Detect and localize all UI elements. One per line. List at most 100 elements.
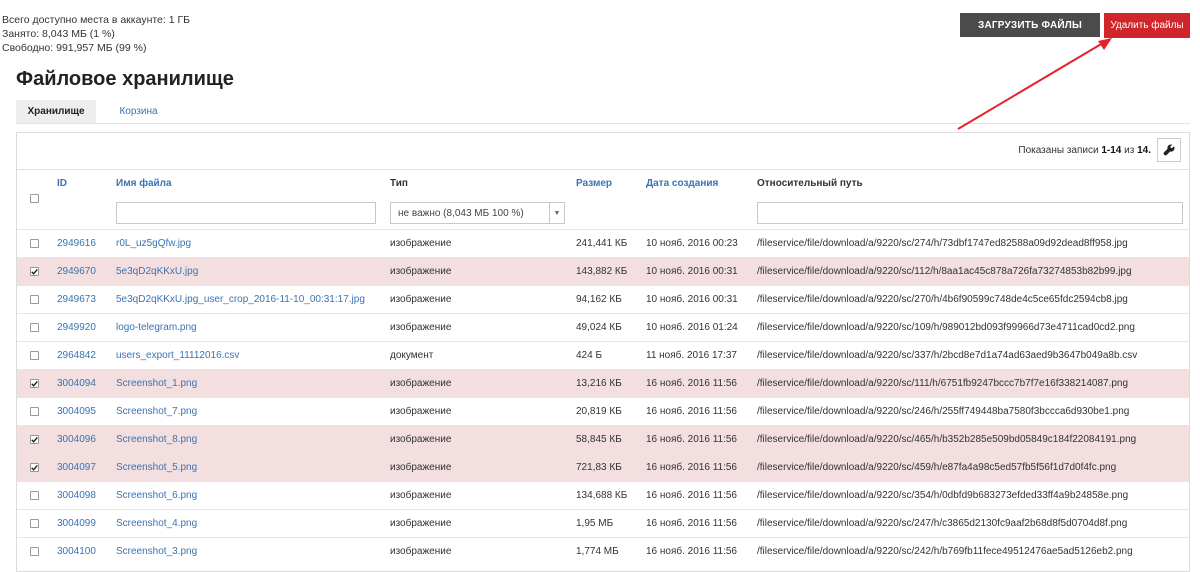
file-id[interactable]: 2949670	[57, 266, 96, 277]
file-id[interactable]: 3004096	[57, 434, 96, 445]
file-relative-path: /fileservice/file/download/a/9220/sc/242…	[757, 546, 1133, 557]
wrench-icon	[1163, 144, 1175, 156]
type-filter-value: не важно (8,043 МБ 100 %)	[398, 207, 524, 219]
file-relative-path: /fileservice/file/download/a/9220/sc/270…	[757, 294, 1128, 305]
column-header-id[interactable]: ID	[57, 178, 67, 189]
table-row[interactable]: 3004094 Screenshot_1.png изображение 13,216…	[17, 369, 1189, 397]
file-name-link[interactable]: 5e3qD2qKKxU.jpg_user_crop_2016-11-10_00:…	[116, 294, 365, 305]
table-row[interactable]: 3004097 Screenshot_5.png изображение 721,83…	[17, 453, 1189, 481]
quota-used: Занято: 8,043 МБ (1 %)	[2, 28, 115, 40]
file-name-link[interactable]: Screenshot_4.png	[116, 518, 197, 529]
checkmark-icon	[31, 464, 38, 471]
storage-tabs: Хранилище Корзина	[16, 100, 1190, 124]
file-relative-path: /fileservice/file/download/a/9220/sc/459…	[757, 462, 1117, 473]
filename-filter-input[interactable]	[116, 202, 376, 224]
file-name-link[interactable]: Screenshot_6.png	[116, 490, 197, 501]
row-checkbox[interactable]	[30, 435, 39, 444]
table-row[interactable]: 3004100 Screenshot_3.png изображение 1,774 …	[17, 537, 1189, 565]
file-relative-path: /fileservice/file/download/a/9220/sc/247…	[757, 518, 1128, 529]
file-created-date: 16 нояб. 2016 11:56	[646, 434, 737, 445]
records-mid: из	[1121, 145, 1138, 156]
page-title: Файловое хранилище	[16, 68, 234, 90]
records-total: 14	[1137, 145, 1149, 156]
file-size: 94,162 КБ	[576, 294, 622, 305]
row-checkbox[interactable]	[30, 351, 39, 360]
file-name-link[interactable]: Screenshot_5.png	[116, 462, 197, 473]
file-relative-path: /fileservice/file/download/a/9220/sc/246…	[757, 406, 1130, 417]
upload-files-button[interactable]: ЗАГРУЗИТЬ ФАЙЛЫ	[960, 13, 1100, 37]
file-created-date: 16 нояб. 2016 11:56	[646, 462, 737, 473]
column-header-size[interactable]: Размер	[576, 178, 612, 189]
records-suffix: .	[1148, 145, 1151, 156]
file-name-link[interactable]: 5e3qD2qKKxU.jpg	[116, 266, 198, 277]
file-name-link[interactable]: users_export_11112016.csv	[116, 350, 239, 361]
file-id[interactable]: 2949920	[57, 322, 96, 333]
quota-total: Всего доступно места в аккаунте: 1 ГБ	[2, 14, 191, 26]
files-table-body: 2949616 r0L_uz5gQfw.jpg изображение 241,441…	[17, 229, 1189, 565]
file-name-link[interactable]: Screenshot_7.png	[116, 406, 197, 417]
table-row[interactable]: 2964842 users_export_11112016.csv документ…	[17, 341, 1189, 369]
file-created-date: 10 нояб. 2016 00:31	[646, 294, 738, 305]
file-created-date: 10 нояб. 2016 00:31	[646, 266, 738, 277]
checkmark-icon	[31, 436, 38, 443]
file-id[interactable]: 3004100	[57, 546, 96, 557]
row-checkbox[interactable]	[30, 379, 39, 388]
column-header-type: Тип	[390, 178, 408, 189]
row-checkbox[interactable]	[30, 519, 39, 528]
file-id[interactable]: 2949673	[57, 294, 96, 305]
file-type: изображение	[390, 462, 452, 473]
file-id[interactable]: 3004095	[57, 406, 96, 417]
path-filter-input[interactable]	[757, 202, 1183, 224]
delete-files-button[interactable]: Удалить файлы	[1104, 13, 1190, 38]
table-header: ID Имя файла Тип Размер Дата создания От…	[17, 170, 1189, 203]
row-checkbox[interactable]	[30, 547, 39, 556]
table-row[interactable]: 3004096 Screenshot_8.png изображение 58,845…	[17, 425, 1189, 453]
table-row[interactable]: 2949673 5e3qD2qKKxU.jpg_user_crop_2016-11…	[17, 285, 1189, 313]
file-type: изображение	[390, 434, 452, 445]
table-row[interactable]: 3004095 Screenshot_7.png изображение 20,819…	[17, 397, 1189, 425]
type-filter-select[interactable]: не важно (8,043 МБ 100 %) ▼	[390, 202, 565, 224]
file-id[interactable]: 2964842	[57, 350, 96, 361]
file-id[interactable]: 3004097	[57, 462, 96, 473]
row-checkbox[interactable]	[30, 239, 39, 248]
row-checkbox[interactable]	[30, 295, 39, 304]
column-header-date[interactable]: Дата создания	[646, 178, 718, 189]
file-type: изображение	[390, 546, 452, 557]
file-id[interactable]: 3004098	[57, 490, 96, 501]
file-name-link[interactable]: logo-telegram.png	[116, 322, 197, 333]
file-name-link[interactable]: Screenshot_1.png	[116, 378, 197, 389]
file-type: изображение	[390, 378, 452, 389]
file-created-date: 16 нояб. 2016 11:56	[646, 378, 737, 389]
quota-free: Свободно: 991,957 МБ (99 %)	[2, 42, 147, 54]
records-prefix: Показаны записи	[1018, 145, 1102, 156]
file-relative-path: /fileservice/file/download/a/9220/sc/109…	[757, 322, 1135, 333]
table-row[interactable]: 2949670 5e3qD2qKKxU.jpg изображение 143,882…	[17, 257, 1189, 285]
row-checkbox[interactable]	[30, 323, 39, 332]
file-name-link[interactable]: Screenshot_3.png	[116, 546, 197, 557]
file-type: изображение	[390, 406, 452, 417]
row-checkbox[interactable]	[30, 463, 39, 472]
tab-trash[interactable]: Корзина	[106, 100, 171, 123]
table-row[interactable]: 2949920 logo-telegram.png изображение 49,02…	[17, 313, 1189, 341]
file-created-date: 10 нояб. 2016 00:23	[646, 238, 738, 249]
row-checkbox[interactable]	[30, 407, 39, 416]
file-name-link[interactable]: r0L_uz5gQfw.jpg	[116, 238, 191, 249]
row-checkbox[interactable]	[30, 267, 39, 276]
file-type: изображение	[390, 322, 452, 333]
file-id[interactable]: 3004094	[57, 378, 96, 389]
table-row[interactable]: 2949616 r0L_uz5gQfw.jpg изображение 241,441…	[17, 229, 1189, 257]
file-relative-path: /fileservice/file/download/a/9220/sc/274…	[757, 238, 1128, 249]
table-row[interactable]: 3004099 Screenshot_4.png изображение 1,95 М…	[17, 509, 1189, 537]
file-relative-path: /fileservice/file/download/a/9220/sc/354…	[757, 490, 1129, 501]
file-name-link[interactable]: Screenshot_8.png	[116, 434, 197, 445]
file-size: 134,688 КБ	[576, 490, 628, 501]
tab-storage[interactable]: Хранилище	[16, 100, 96, 123]
file-id[interactable]: 3004099	[57, 518, 96, 529]
file-type: изображение	[390, 266, 452, 277]
column-header-name[interactable]: Имя файла	[116, 178, 172, 189]
file-id[interactable]: 2949616	[57, 238, 96, 249]
row-checkbox[interactable]	[30, 491, 39, 500]
table-settings-button[interactable]	[1157, 138, 1181, 162]
file-created-date: 16 нояб. 2016 11:56	[646, 490, 737, 501]
table-row[interactable]: 3004098 Screenshot_6.png изображение 134,68…	[17, 481, 1189, 509]
